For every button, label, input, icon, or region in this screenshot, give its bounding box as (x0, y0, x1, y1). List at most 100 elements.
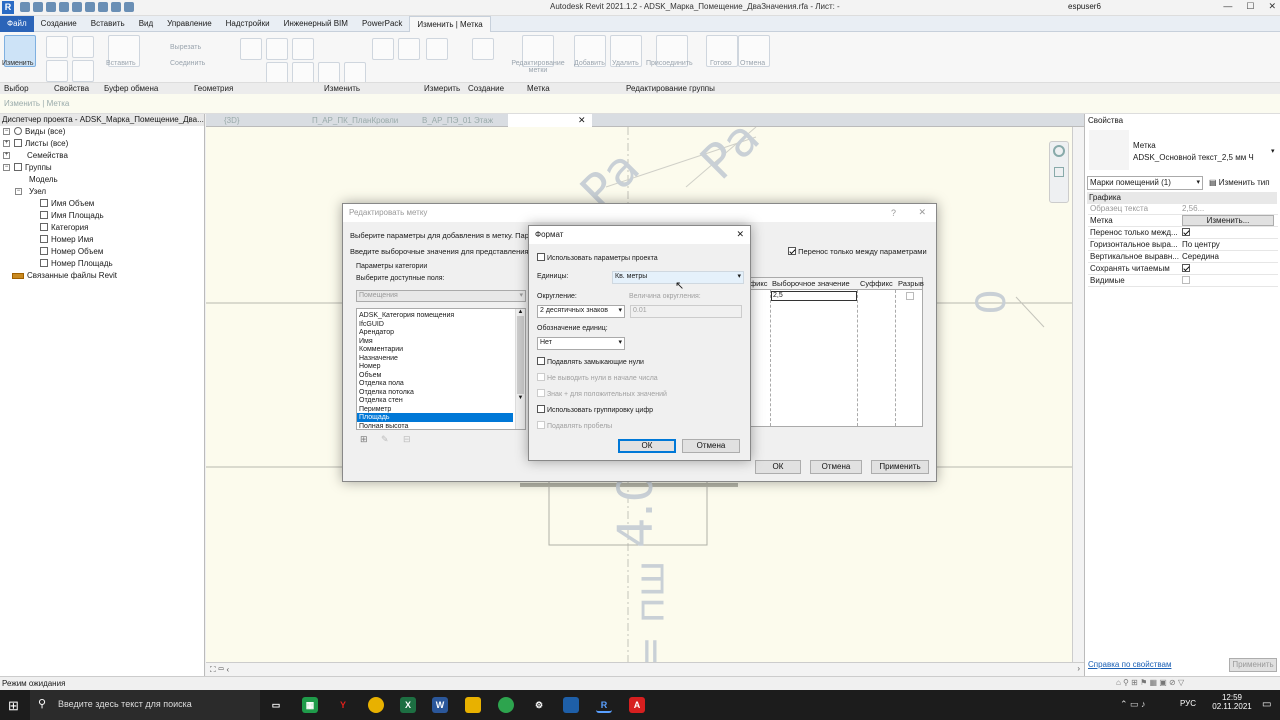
vertical-align-value[interactable]: Середина (1182, 251, 1219, 263)
user-name[interactable]: espuser6 (1068, 2, 1101, 11)
break-checkbox-cell[interactable] (906, 292, 914, 301)
tree-item-number-name[interactable]: Номер Имя (40, 235, 93, 244)
sync-icon[interactable] (46, 2, 56, 12)
move-icon[interactable] (266, 62, 288, 84)
file-explorer-icon[interactable] (465, 697, 481, 713)
wrap-params-checkbox[interactable] (788, 247, 796, 255)
wrap-params-option[interactable]: Перенос только между параметрами (788, 247, 927, 256)
plus-prefix-checkbox[interactable] (537, 389, 545, 397)
horizontal-align-value[interactable]: По центру (1182, 239, 1220, 251)
revit-logo-icon[interactable]: R (2, 1, 14, 14)
tree-model[interactable]: Модель (29, 175, 58, 184)
vertical-scrollbar[interactable] (1072, 127, 1084, 662)
format-cancel-button[interactable]: Отмена (682, 439, 740, 453)
task-view-icon[interactable]: ▭ (268, 697, 284, 713)
type-name[interactable]: ADSK_Основной текст_2,5 мм Ч (1133, 153, 1254, 162)
keep-readable-checkbox[interactable] (1182, 264, 1190, 272)
yandex-icon[interactable]: Y (335, 697, 351, 713)
chrome-icon[interactable] (368, 697, 384, 713)
zoom-icon[interactable] (1054, 167, 1064, 177)
status-tools-icons[interactable]: ⌂ ⚲ ⊞ ⚑ ▦ ▣ ⊘ ▽ (1116, 678, 1184, 687)
doc-tab-roof-plan[interactable]: П_АР_ПК_ПланКровли (300, 114, 408, 127)
help-icon[interactable]: ? (891, 208, 896, 218)
wrap-between-checkbox[interactable] (1182, 228, 1190, 236)
plus-prefix-option[interactable]: Знак + для положительных значений (537, 389, 667, 398)
category-select[interactable]: Помещения ▾ (356, 290, 526, 302)
copy-icon[interactable] (292, 62, 314, 84)
tree-views[interactable]: Виды (все) (14, 127, 65, 136)
increment-input[interactable]: 0.01 (630, 305, 742, 318)
tree-item-category[interactable]: Категория (40, 223, 88, 232)
align-icon[interactable] (266, 38, 288, 60)
suppress-spaces-option[interactable]: Подавлять пробелы (537, 421, 612, 430)
sample-value-cell[interactable]: 2,5 (771, 291, 857, 301)
properties-icon[interactable] (46, 36, 68, 58)
edit-label-cancel-button[interactable]: Отмена (810, 460, 862, 474)
view-control-icons[interactable]: ⛶ ▭ ‹ (210, 665, 229, 675)
steering-wheel-icon[interactable] (1053, 145, 1065, 157)
tree-item-name-volume[interactable]: Имя Объем (40, 199, 94, 208)
tree-item-number-area[interactable]: Номер Площадь (40, 259, 113, 268)
tree-item-number-volume[interactable]: Номер Объем (40, 247, 103, 256)
taskbar-search[interactable]: ⚲ Введите здесь текст для поиска (30, 690, 260, 720)
type-selector-arrow-icon[interactable]: ▾ (1271, 147, 1275, 155)
chrome-2-icon[interactable] (498, 697, 514, 713)
tree-item-name-area[interactable]: Имя Площадь (40, 211, 104, 220)
tab-file[interactable]: Файл (0, 15, 34, 32)
tab-create[interactable]: Создание (34, 16, 84, 32)
tab-insert[interactable]: Вставить (84, 16, 132, 32)
group-select[interactable]: Выбор (4, 83, 29, 94)
family-category-icon[interactable] (72, 60, 94, 82)
dimension-icon[interactable] (111, 2, 121, 12)
suppress-trailing-checkbox[interactable] (537, 357, 545, 365)
suppress-spaces-checkbox[interactable] (537, 421, 545, 429)
revit-taskbar-icon[interactable]: R (596, 697, 612, 713)
geometry-icon[interactable] (240, 38, 262, 60)
input-language[interactable]: РУС (1180, 699, 1196, 708)
edit-parameter-icon[interactable]: ✎ (381, 434, 389, 445)
edit-label-close-icon[interactable]: ✕ (918, 207, 926, 218)
create-group-icon[interactable] (472, 38, 494, 60)
tree-sheets[interactable]: Листы (все) (14, 139, 68, 148)
doc-tab-close-icon[interactable]: ✕ (578, 115, 586, 126)
edit-label-ok-button[interactable]: ОК (755, 460, 801, 474)
text-icon[interactable] (124, 2, 134, 12)
settings-icon[interactable]: ⚙ (531, 697, 547, 713)
horizontal-scrollbar[interactable]: ⛶ ▭ ‹ › (206, 662, 1084, 676)
start-icon[interactable]: ⊞ (8, 698, 19, 714)
digit-grouping-option[interactable]: Использовать группировку цифр (537, 405, 653, 414)
family-types-icon[interactable] (46, 60, 68, 82)
print-icon[interactable] (85, 2, 95, 12)
add-parameter-icon[interactable]: ⊞ (360, 434, 368, 445)
measure-icon[interactable] (98, 2, 108, 12)
excel-icon[interactable]: X (400, 697, 416, 713)
type-properties-icon[interactable] (72, 36, 94, 58)
fields-list-scrollbar[interactable]: ▲ ▼ (515, 309, 525, 429)
suppress-trailing-option[interactable]: Подавлять замыкающие нули (537, 357, 644, 366)
suppress-leading-checkbox[interactable] (537, 373, 545, 381)
use-project-settings-option[interactable]: Использовать параметры проекта (537, 253, 658, 262)
tray-icons[interactable]: ⌃ ▭ ♪ (1120, 699, 1146, 710)
digit-grouping-checkbox[interactable] (537, 405, 545, 413)
tree-detail[interactable]: Узел (29, 187, 46, 196)
unit-symbol-select[interactable]: Нет ▾ (537, 337, 625, 350)
field-item[interactable]: Полная высота (357, 422, 513, 430)
open-icon[interactable] (20, 2, 30, 12)
rotate-icon[interactable] (318, 62, 340, 84)
measure-tool-icon[interactable] (426, 38, 448, 60)
label-params-table[interactable]: фикс Выборочное значение Суффикс Разрыв … (749, 277, 924, 427)
edit-type-button[interactable]: ▤ Изменить тип (1209, 176, 1279, 190)
properties-help-link[interactable]: Справка по свойствам (1088, 660, 1171, 669)
photos-icon[interactable] (563, 697, 579, 713)
scale-icon[interactable] (398, 38, 420, 60)
word-icon[interactable]: W (432, 697, 448, 713)
minimize-icon[interactable]: — (1223, 1, 1232, 12)
visible-checkbox[interactable] (1182, 276, 1190, 284)
instance-filter-select[interactable]: Марки помещений (1) ▾ (1087, 176, 1203, 190)
calculator-app-icon[interactable]: ▦ (302, 697, 318, 713)
scroll-right-icon[interactable]: › (1077, 664, 1080, 673)
fields-list[interactable]: ADSK_Категория помещения IfcGUID Арендат… (356, 308, 526, 430)
notifications-icon[interactable]: ▭ (1262, 699, 1271, 710)
edit-label-prop-button[interactable]: Изменить... (1182, 215, 1274, 226)
edit-label-apply-button[interactable]: Применить (871, 460, 929, 474)
